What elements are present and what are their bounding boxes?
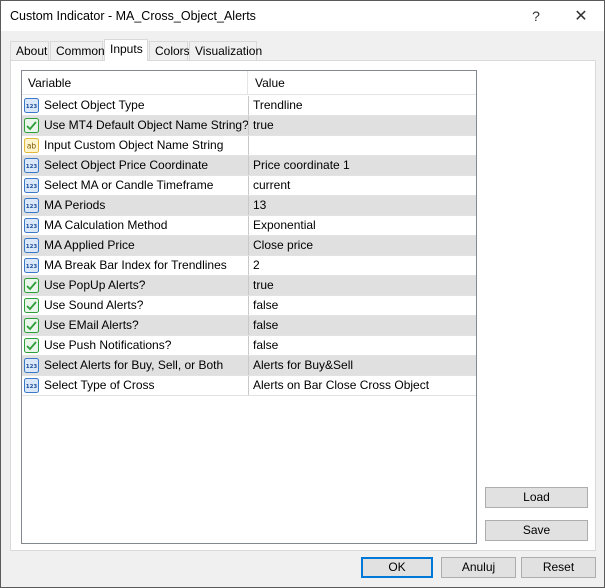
variable-name: Input Custom Object Name String — [44, 138, 224, 152]
table-row[interactable]: 123 MA Calculation Method Exponential — [22, 216, 476, 236]
svg-text:123: 123 — [26, 244, 38, 250]
number-icon: 123 — [24, 258, 39, 273]
variable-value[interactable]: Trendline — [248, 96, 476, 115]
variable-name: MA Periods — [44, 198, 106, 212]
table-row[interactable]: 123 MA Break Bar Index for Trendlines 2 — [22, 256, 476, 276]
variable-value[interactable]: Alerts on Bar Close Cross Object — [248, 376, 476, 395]
variable-value[interactable]: Exponential — [248, 216, 476, 235]
svg-text:123: 123 — [26, 164, 38, 170]
table-row[interactable]: 123 MA Periods 13 — [22, 196, 476, 216]
variable-value[interactable]: false — [248, 336, 476, 355]
reset-button[interactable]: Reset — [521, 557, 596, 578]
table-row[interactable]: 123 Select Object Price Coordinate Price c… — [22, 156, 476, 176]
table-row[interactable]: 123 Select Type of Cross Alerts on Bar Clo… — [22, 376, 476, 396]
dialog-window: Custom Indicator - MA_Cross_Object_Alert… — [0, 0, 605, 588]
tab-inputs[interactable]: Inputs — [104, 39, 148, 61]
bool-icon — [24, 278, 39, 293]
number-icon: 123 — [24, 238, 39, 253]
variable-value[interactable]: false — [248, 316, 476, 335]
table-row[interactable]: 123 Select Alerts for Buy, Sell, or Both A… — [22, 356, 476, 376]
bool-icon — [24, 338, 39, 353]
variable-value[interactable] — [248, 136, 476, 155]
value-column-header[interactable]: Value — [249, 71, 476, 95]
svg-text:123: 123 — [26, 104, 38, 110]
variable-name: Select Alerts for Buy, Sell, or Both — [44, 358, 224, 372]
variable-value[interactable]: Price coordinate 1 — [248, 156, 476, 175]
variable-name: Select Object Type — [44, 98, 145, 112]
ok-button[interactable]: OK — [361, 557, 433, 578]
bool-icon — [24, 298, 39, 313]
svg-text:123: 123 — [26, 364, 38, 370]
number-icon: 123 — [24, 158, 39, 173]
number-icon: 123 — [24, 218, 39, 233]
table-row[interactable]: 123 MA Applied Price Close price — [22, 236, 476, 256]
bool-icon — [24, 118, 39, 133]
variable-name: Use Sound Alerts? — [44, 298, 144, 312]
table-row[interactable]: Use PopUp Alerts? true — [22, 276, 476, 296]
cancel-button[interactable]: Anuluj — [441, 557, 516, 578]
string-icon: ab — [24, 138, 39, 153]
inputs-grid: Variable Value 123 Select Object Type Tren… — [21, 70, 477, 544]
help-button[interactable]: ? — [513, 1, 559, 31]
svg-text:123: 123 — [26, 204, 38, 210]
table-row[interactable]: 123 Select Object Type Trendline — [22, 96, 476, 116]
close-button[interactable]: ✕ — [558, 1, 604, 31]
svg-text:ab: ab — [27, 142, 37, 151]
variable-name: MA Calculation Method — [44, 218, 168, 232]
load-button[interactable]: Load — [485, 487, 588, 508]
number-icon: 123 — [24, 98, 39, 113]
inputs-panel: Variable Value 123 Select Object Type Tren… — [10, 60, 596, 551]
variable-name: Select MA or Candle Timeframe — [44, 178, 214, 192]
table-row[interactable]: Use Sound Alerts? false — [22, 296, 476, 316]
tab-common[interactable]: Common — [50, 41, 105, 60]
variable-name: Use MT4 Default Object Name String? — [44, 118, 248, 132]
tab-about[interactable]: About — [10, 41, 49, 60]
number-icon: 123 — [24, 198, 39, 213]
table-row[interactable]: Use MT4 Default Object Name String? true — [22, 116, 476, 136]
variable-name: Use PopUp Alerts? — [44, 278, 146, 292]
variable-value[interactable]: false — [248, 296, 476, 315]
number-icon: 123 — [24, 178, 39, 193]
save-button[interactable]: Save — [485, 520, 588, 541]
tab-visualization[interactable]: Visualization — [189, 41, 262, 60]
svg-text:123: 123 — [26, 264, 38, 270]
variable-name: Select Object Price Coordinate — [44, 158, 209, 172]
number-icon: 123 — [24, 378, 39, 393]
svg-text:123: 123 — [26, 184, 38, 190]
table-row[interactable]: ab Input Custom Object Name String — [22, 136, 476, 156]
variable-value[interactable]: 13 — [248, 196, 476, 215]
variable-name: MA Break Bar Index for Trendlines — [44, 258, 227, 272]
title-bar: Custom Indicator - MA_Cross_Object_Alert… — [1, 1, 604, 31]
variable-name: Use EMail Alerts? — [44, 318, 139, 332]
grid-header: Variable Value — [22, 71, 476, 95]
variable-value[interactable]: true — [248, 276, 476, 295]
table-row[interactable]: Use Push Notifications? false — [22, 336, 476, 356]
variable-value[interactable]: true — [248, 116, 476, 135]
table-row[interactable]: 123 Select MA or Candle Timeframe current — [22, 176, 476, 196]
variable-value[interactable]: Alerts for Buy&Sell — [248, 356, 476, 375]
variable-name: MA Applied Price — [44, 238, 135, 252]
window-title: Custom Indicator - MA_Cross_Object_Alert… — [10, 9, 256, 23]
svg-text:123: 123 — [26, 224, 38, 230]
variable-value[interactable]: current — [248, 176, 476, 195]
variable-name: Select Type of Cross — [44, 378, 155, 392]
bool-icon — [24, 318, 39, 333]
svg-text:123: 123 — [26, 384, 38, 390]
number-icon: 123 — [24, 358, 39, 373]
variable-value[interactable]: Close price — [248, 236, 476, 255]
variable-value[interactable]: 2 — [248, 256, 476, 275]
variable-name: Use Push Notifications? — [44, 338, 172, 352]
tab-colors[interactable]: Colors — [149, 41, 190, 60]
variable-column-header[interactable]: Variable — [22, 71, 248, 95]
table-row[interactable]: Use EMail Alerts? false — [22, 316, 476, 336]
